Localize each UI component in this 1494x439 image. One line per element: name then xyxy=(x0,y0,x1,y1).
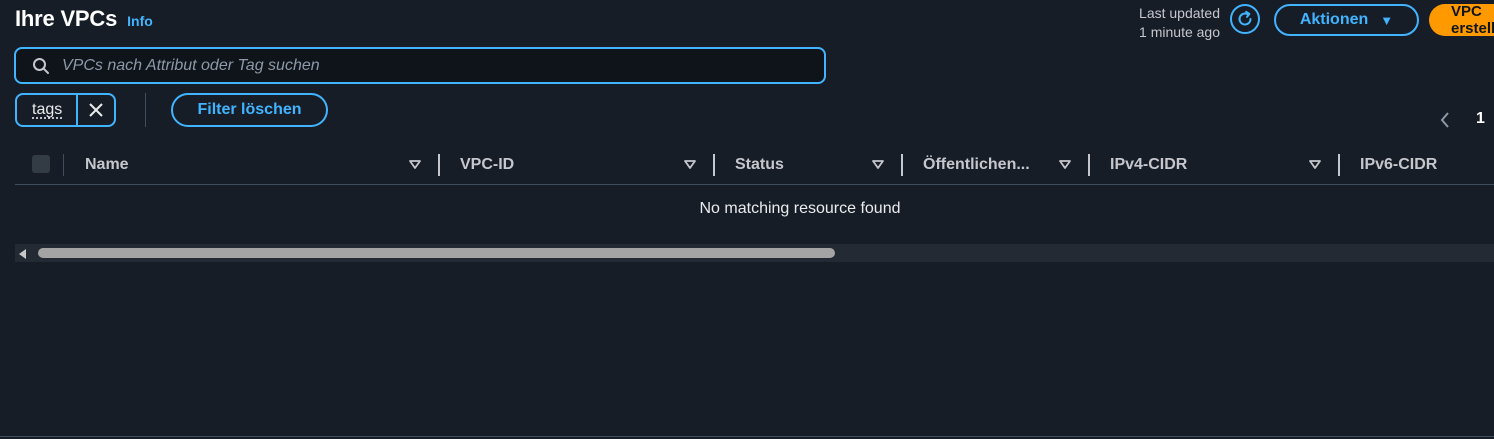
select-all-checkbox[interactable] xyxy=(32,155,50,173)
column-header-name[interactable]: Name xyxy=(85,148,129,182)
column-header-status[interactable]: Status xyxy=(735,148,784,182)
create-vpc-label: VPC erstellen xyxy=(1451,3,1494,37)
search-icon xyxy=(33,57,49,74)
info-link[interactable]: Info xyxy=(127,13,153,29)
last-updated-label: Last updated xyxy=(1139,5,1220,21)
clear-filters-button[interactable]: Filter löschen xyxy=(171,93,328,127)
sort-caret-icon[interactable] xyxy=(1308,156,1322,172)
remove-filter-button[interactable] xyxy=(76,95,114,125)
search-input[interactable] xyxy=(60,55,784,76)
empty-state-message: No matching resource found xyxy=(699,200,901,217)
actions-label: Aktionen xyxy=(1299,11,1369,28)
sort-caret-icon[interactable] xyxy=(408,156,422,172)
close-icon xyxy=(89,103,103,117)
filter-divider xyxy=(145,93,146,127)
actions-dropdown-button[interactable]: Aktionen ▼ xyxy=(1274,4,1419,36)
column-resizer[interactable] xyxy=(713,154,715,176)
column-header-vpc-id[interactable]: VPC-ID xyxy=(460,148,514,182)
caret-down-icon: ▼ xyxy=(1380,12,1394,28)
title-area: Ihre VPCs Info xyxy=(15,6,153,32)
empty-state: No matching resource found xyxy=(15,200,1494,218)
sort-caret-icon[interactable] xyxy=(683,156,697,172)
refresh-icon xyxy=(1238,10,1252,26)
column-resizer[interactable] xyxy=(1088,154,1090,176)
bottom-divider xyxy=(0,436,1494,437)
column-resizer[interactable] xyxy=(1338,154,1340,176)
sort-caret-icon[interactable] xyxy=(1058,156,1072,172)
horizontal-scrollbar[interactable] xyxy=(15,244,1494,262)
refresh-button[interactable] xyxy=(1230,4,1260,34)
last-updated-text: Last updated 1 minute ago xyxy=(1139,4,1220,42)
scroll-left-arrow-icon[interactable] xyxy=(19,249,26,259)
column-header-ipv6-cidr[interactable]: IPv6-CIDR xyxy=(1360,148,1437,182)
table-header: Name VPC-ID Status Öffentlichen... IPv4-… xyxy=(15,148,1494,185)
column-header-ipv4-cidr[interactable]: IPv4-CIDR xyxy=(1110,148,1187,182)
chevron-left-icon[interactable] xyxy=(1438,110,1452,130)
sort-caret-icon[interactable] xyxy=(871,156,885,172)
column-resizer[interactable] xyxy=(438,154,440,176)
create-vpc-button[interactable]: VPC erstellen xyxy=(1429,3,1494,37)
last-updated-time: 1 minute ago xyxy=(1139,24,1220,40)
column-separator xyxy=(63,154,64,176)
search-box[interactable] xyxy=(14,47,826,84)
column-header-public[interactable]: Öffentlichen... xyxy=(923,148,1030,182)
scrollbar-thumb[interactable] xyxy=(38,248,835,258)
filter-token-label[interactable]: tags xyxy=(17,95,76,125)
vpc-list-page: Ihre VPCs Info Last updated 1 minute ago… xyxy=(0,0,1494,439)
filter-token[interactable]: tags xyxy=(15,93,117,127)
page-title: Ihre VPCs xyxy=(15,6,118,31)
column-resizer[interactable] xyxy=(901,154,903,176)
page-number-button[interactable]: 1 xyxy=(1476,110,1485,128)
